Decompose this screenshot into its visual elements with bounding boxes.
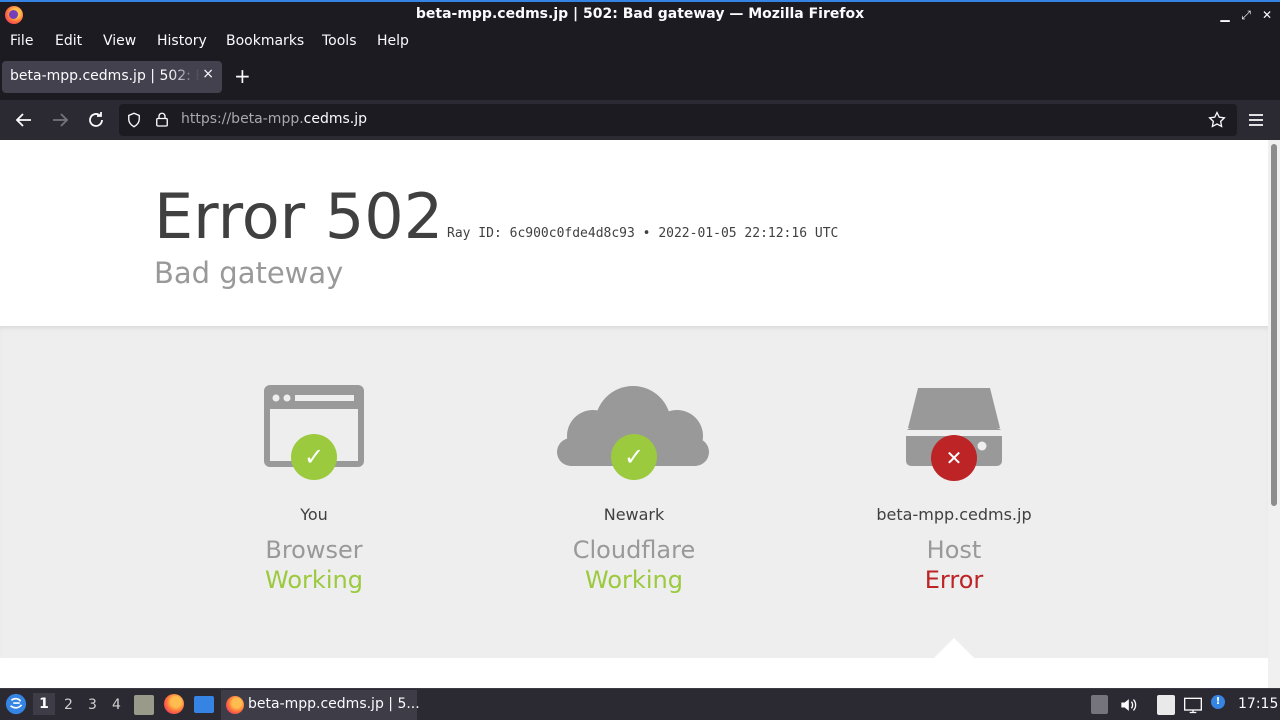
close-window-icon[interactable]: ✕ — [1258, 6, 1276, 24]
desktop-icon[interactable] — [194, 696, 214, 713]
tab-bar: beta-mpp.cedms.jp | 502: Bad gateway × + — [0, 55, 1280, 100]
error-header: Error 502 Ray ID: 6c900c0fde4d8c93 • 202… — [0, 140, 1268, 326]
status-bottom — [0, 658, 1268, 688]
error-x-icon: ✕ — [931, 435, 977, 481]
node-location: Newark — [603, 505, 665, 524]
workspace-2[interactable]: 2 — [64, 697, 73, 713]
menu-bar: File Edit View History Bookmarks Tools H… — [0, 29, 1280, 55]
window-title: beta-mpp.cedms.jp | 502: Bad gateway — M… — [415, 6, 865, 22]
url-bar[interactable]: https://beta-mpp.cedms.jp — [119, 104, 1237, 136]
working-check-icon: ✓ — [291, 434, 337, 480]
menu-help[interactable]: Help — [377, 33, 409, 49]
taskbar-window-firefox[interactable]: beta-mpp.cedms.jp | 5... — [221, 690, 420, 720]
node-kind: Browser — [265, 536, 363, 564]
forward-arrow-icon[interactable] — [48, 108, 72, 132]
clock: 17:15 — [1238, 696, 1279, 712]
file-manager-icon[interactable] — [134, 695, 154, 715]
taskbar-window-label: beta-mpp.cedms.jp | 5... — [248, 696, 420, 712]
ray-id: Ray ID: 6c900c0fde4d8c93 — [447, 226, 635, 241]
taskbar: 1 2 3 4 beta-mpp.cedms.jp | 5... ! 17:15 — [0, 688, 1280, 720]
reload-icon[interactable] — [84, 108, 108, 132]
node-kind: Cloudflare — [572, 536, 696, 564]
workspace-3[interactable]: 3 — [88, 697, 97, 713]
node-browser: ✓ You Browser Working — [174, 380, 454, 594]
menu-view[interactable]: View — [103, 33, 136, 49]
node-status: Error — [924, 566, 984, 594]
menu-edit[interactable]: Edit — [55, 33, 82, 49]
menu-history[interactable]: History — [157, 33, 207, 49]
menu-file[interactable]: File — [10, 33, 33, 49]
node-kind: Host — [926, 536, 982, 564]
error-timestamp: 2022-01-05 22:12:16 UTC — [658, 226, 839, 241]
bookmark-star-icon[interactable] — [1207, 110, 1227, 130]
url-domain: cedms.jp — [303, 111, 368, 127]
menu-tools[interactable]: Tools — [322, 33, 357, 49]
page-scrollbar[interactable] — [1268, 140, 1280, 688]
notification-icon[interactable]: ! — [1211, 695, 1225, 709]
maximize-icon[interactable]: ⤢ — [1237, 6, 1255, 24]
tab-close-icon[interactable]: × — [202, 66, 214, 82]
error-meta: Ray ID: 6c900c0fde4d8c93 • 2022-01-05 22… — [447, 226, 838, 241]
volume-icon[interactable] — [1118, 695, 1138, 715]
back-arrow-icon[interactable] — [12, 108, 36, 132]
firefox-launcher-icon[interactable] — [164, 694, 184, 714]
error-code: Error 502 — [154, 180, 444, 253]
url-prefix: https://beta-mpp. — [181, 111, 304, 127]
start-menu-icon[interactable] — [5, 693, 27, 715]
url-text[interactable]: https://beta-mpp.cedms.jp — [181, 111, 367, 127]
working-check-icon: ✓ — [611, 434, 657, 480]
workspace-4[interactable]: 4 — [112, 697, 121, 713]
meta-separator: • — [642, 226, 651, 241]
tab-title: beta-mpp.cedms.jp | 502: Bad gateway — [10, 68, 200, 84]
minimize-icon[interactable]: ▁ — [1216, 6, 1234, 24]
node-host: ✕ beta-mpp.cedms.jp Host Error — [814, 380, 1094, 594]
shield-icon[interactable] — [125, 111, 143, 129]
error-title: Bad gateway — [154, 256, 344, 290]
node-location: beta-mpp.cedms.jp — [876, 505, 1032, 524]
lock-icon[interactable] — [153, 111, 171, 129]
hamburger-menu-icon[interactable] — [1244, 108, 1268, 132]
firefox-window-icon — [226, 696, 244, 714]
network-icon[interactable] — [1183, 695, 1203, 715]
node-location: You — [300, 505, 328, 524]
new-tab-button[interactable]: + — [234, 66, 251, 86]
node-status: Working — [585, 566, 683, 594]
tray-upload-icon[interactable] — [1091, 695, 1108, 714]
clipboard-icon[interactable] — [1157, 695, 1175, 715]
error-pointer — [933, 638, 975, 659]
node-status: Working — [265, 566, 363, 594]
navigation-bar: https://beta-mpp.cedms.jp — [0, 100, 1280, 140]
window-titlebar: beta-mpp.cedms.jp | 502: Bad gateway — M… — [0, 0, 1280, 29]
node-cloudflare: ✓ Newark Cloudflare Working — [494, 380, 774, 594]
tab-active[interactable]: beta-mpp.cedms.jp | 502: Bad gateway × — [2, 61, 222, 93]
workspace-1[interactable]: 1 — [33, 693, 55, 715]
menu-bookmarks[interactable]: Bookmarks — [226, 33, 304, 49]
scroll-thumb[interactable] — [1271, 144, 1277, 506]
page-content: Error 502 Ray ID: 6c900c0fde4d8c93 • 202… — [0, 140, 1268, 688]
